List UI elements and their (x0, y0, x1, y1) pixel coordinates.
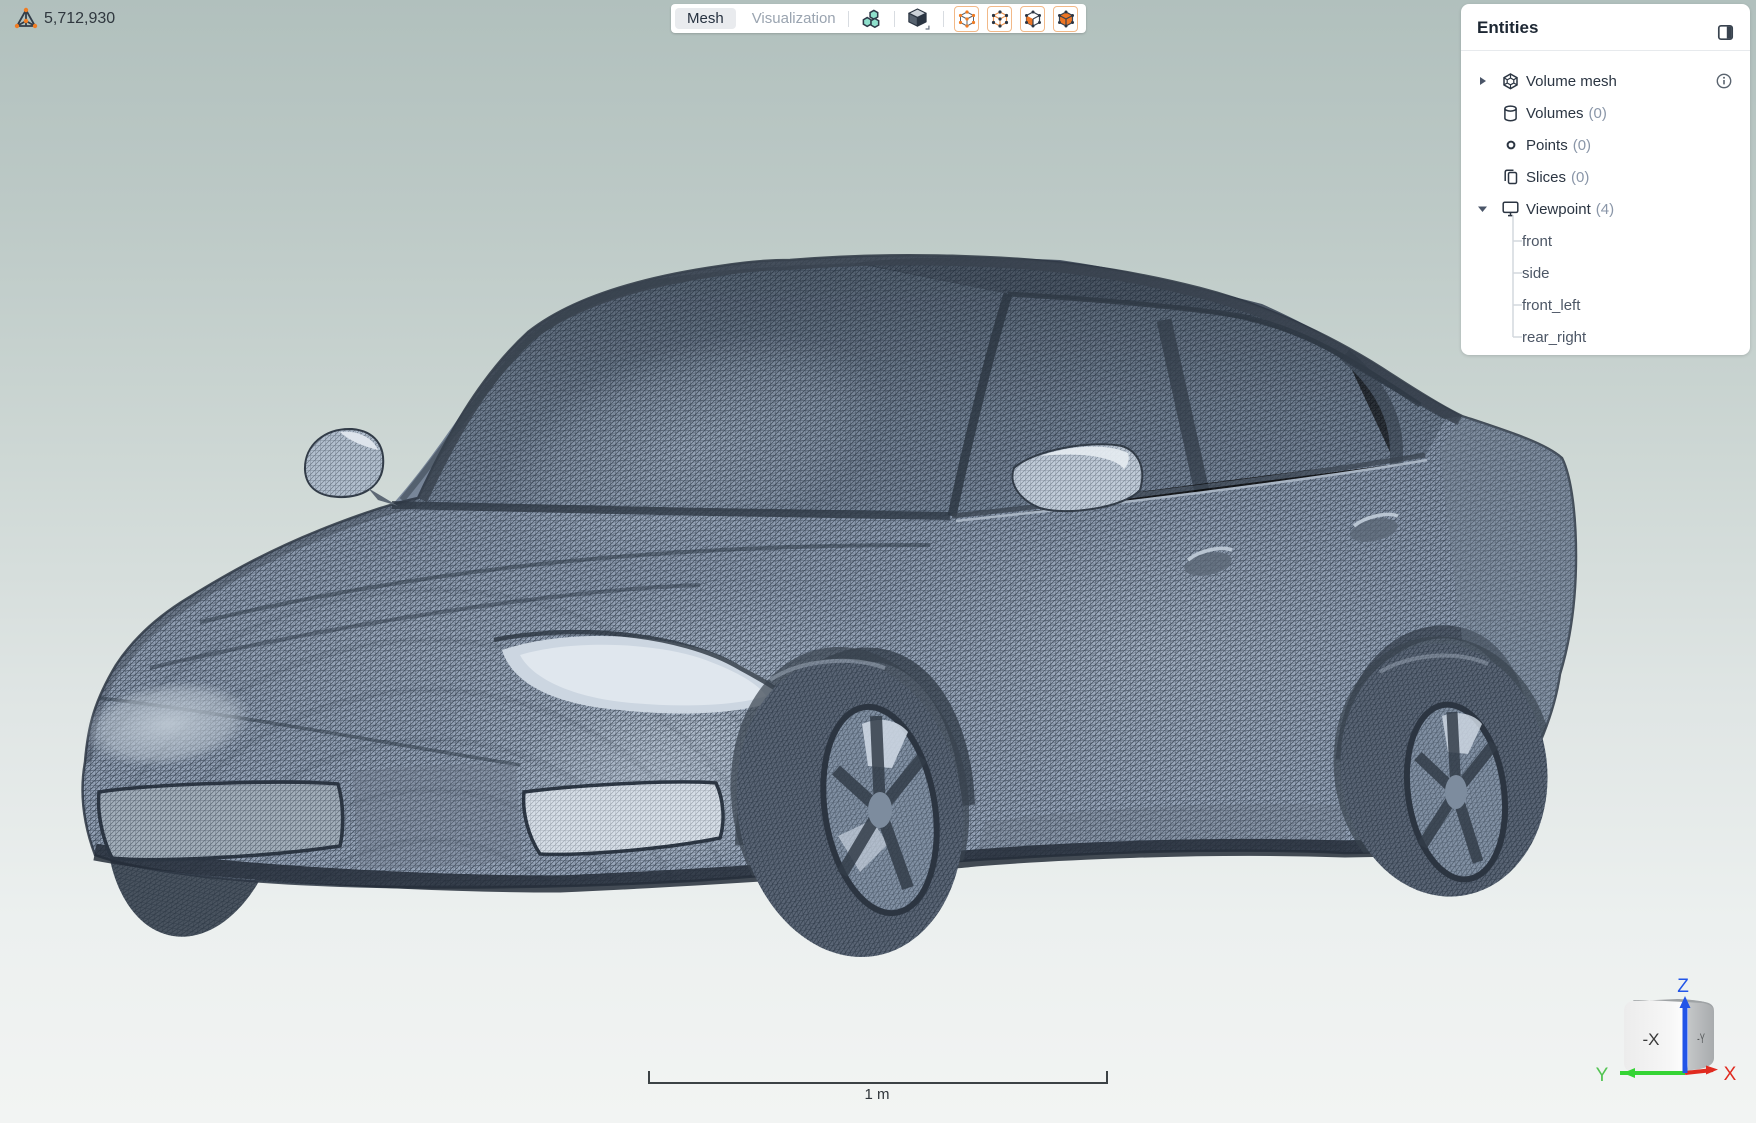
svg-text:Z: Z (1677, 976, 1689, 997)
svg-text:-Y: -Y (1697, 1032, 1705, 1047)
svg-text:-X: -X (1643, 1030, 1660, 1049)
svg-text:X: X (1724, 1064, 1737, 1085)
svg-text:Y: Y (1596, 1065, 1609, 1086)
